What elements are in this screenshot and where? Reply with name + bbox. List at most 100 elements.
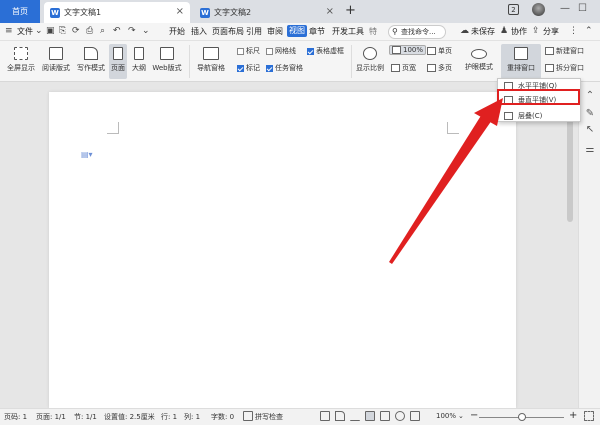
outline-small-icon[interactable] bbox=[380, 411, 390, 421]
fullscreen-small-icon[interactable] bbox=[320, 411, 330, 421]
redo-icon[interactable]: ↷ bbox=[128, 26, 136, 36]
edit-icon[interactable]: ✎ bbox=[584, 108, 596, 120]
writing-mode-label: 写作模式 bbox=[77, 64, 105, 72]
multi-page-icon bbox=[427, 64, 436, 72]
page-count[interactable]: 页面: 1/1 bbox=[36, 412, 66, 422]
nav-pane-icon bbox=[203, 47, 219, 60]
close-icon[interactable]: × bbox=[176, 6, 184, 17]
right-sidebar: ⌃ ✎ ↖ ⚌ bbox=[578, 82, 600, 408]
window-count-badge[interactable]: 2 bbox=[508, 4, 519, 15]
zoom-slider-handle[interactable] bbox=[518, 413, 526, 421]
more-options-icon[interactable]: ⋮ bbox=[569, 26, 578, 36]
save-icon[interactable]: ▣ bbox=[46, 26, 55, 36]
collapse-icon[interactable]: ⌃ bbox=[585, 26, 593, 36]
gridlines-checkbox[interactable]: 网格线 bbox=[266, 46, 296, 56]
reading-small-icon[interactable] bbox=[410, 411, 420, 421]
nav-pane-button[interactable]: 导航窗格 bbox=[193, 47, 229, 73]
spellcheck-button[interactable]: 拼写检查 bbox=[255, 412, 283, 422]
menu-view[interactable]: 视图 bbox=[287, 25, 307, 37]
menu-more[interactable]: 特 bbox=[369, 26, 377, 37]
task-pane-checkbox[interactable]: 任务窗格 bbox=[266, 63, 303, 73]
preview-icon[interactable]: ⌕ bbox=[100, 26, 105, 36]
page-icon bbox=[113, 47, 123, 60]
page-number[interactable]: 页码: 1 bbox=[4, 412, 27, 422]
menu-icon[interactable]: ≡ bbox=[5, 26, 13, 36]
page-width-button[interactable]: 页宽 bbox=[391, 63, 416, 73]
checkbox-checked-icon bbox=[266, 64, 273, 72]
zoom-dropdown-icon[interactable]: ⌄ bbox=[458, 412, 464, 420]
arrange-window-button[interactable]: 重排窗口 bbox=[501, 44, 541, 79]
highlight-box bbox=[497, 89, 580, 105]
zoom-in-icon[interactable]: + bbox=[569, 410, 577, 421]
fullscreen-button[interactable]: 全屏显示 bbox=[6, 47, 36, 73]
page-view-button[interactable]: 页面 bbox=[109, 44, 127, 79]
table-dashed-checkbox[interactable]: 表格虚框 bbox=[307, 46, 344, 56]
eye-mode-button[interactable]: 护眼模式 bbox=[463, 47, 495, 72]
margin-corner bbox=[447, 122, 459, 134]
tab-home[interactable]: 首页 bbox=[0, 0, 40, 23]
zoom-ratio-button[interactable]: 显示比例 bbox=[354, 47, 386, 73]
zoom-100-button[interactable]: 100% bbox=[389, 45, 427, 55]
menu-insert[interactable]: 插入 bbox=[191, 26, 207, 37]
word-count[interactable]: 字数: 0 bbox=[211, 412, 234, 422]
multi-page-label: 多页 bbox=[438, 64, 452, 72]
page-view-small-icon[interactable] bbox=[365, 411, 375, 421]
cascade-item[interactable]: 层叠(C) bbox=[504, 111, 542, 121]
menu-file[interactable]: 文件 bbox=[17, 26, 33, 37]
zoom-out-icon[interactable]: − bbox=[470, 410, 478, 421]
marks-checkbox[interactable]: 标记 bbox=[237, 63, 260, 73]
export-icon[interactable]: ⎘ bbox=[59, 26, 66, 36]
writing-mode-button[interactable]: 写作模式 bbox=[76, 47, 106, 73]
fit-window-icon[interactable] bbox=[584, 411, 594, 421]
wps-writer-icon: W bbox=[50, 7, 60, 18]
web-view-button[interactable]: Web版式 bbox=[151, 47, 183, 73]
outline-view-button[interactable]: 大纲 bbox=[130, 47, 148, 73]
paragraph-menu-icon[interactable]: ▤▾ bbox=[81, 150, 93, 159]
table-dashed-label: 表格虚框 bbox=[316, 47, 344, 55]
maximize-icon[interactable]: ☐ bbox=[578, 3, 587, 14]
zoom-100-label: 100% bbox=[403, 46, 424, 54]
protect-eye-icon[interactable] bbox=[335, 411, 345, 421]
close-icon[interactable]: × bbox=[326, 6, 334, 17]
menu-review[interactable]: 审阅 bbox=[267, 26, 283, 37]
single-page-button[interactable]: 单页 bbox=[427, 46, 452, 56]
menu-chapter[interactable]: 章节 bbox=[309, 26, 325, 37]
book-icon bbox=[49, 47, 63, 60]
minimize-icon[interactable]: — bbox=[560, 3, 570, 14]
menu-home[interactable]: 开始 bbox=[169, 26, 185, 37]
search-input[interactable]: ⚲ 查找命令... bbox=[388, 25, 446, 39]
share-button[interactable]: 分享 bbox=[543, 26, 559, 37]
tab-doc2-label: 文字文稿2 bbox=[214, 8, 252, 17]
web-small-icon[interactable] bbox=[395, 411, 405, 421]
collapse-up-icon[interactable]: ⌃ bbox=[584, 90, 596, 102]
avatar[interactable] bbox=[532, 3, 545, 16]
collab-button[interactable]: 协作 bbox=[511, 26, 527, 37]
multi-page-button[interactable]: 多页 bbox=[427, 63, 452, 73]
menu-layout[interactable]: 页面布局 bbox=[212, 26, 244, 37]
undo-icon[interactable]: ↶ bbox=[113, 26, 121, 36]
new-tab-icon[interactable]: + bbox=[345, 3, 356, 18]
tab-doc1[interactable]: W 文字文稿1 × bbox=[44, 2, 190, 23]
pen-small-icon[interactable] bbox=[350, 411, 360, 421]
new-window-button[interactable]: 新建窗口 bbox=[545, 46, 584, 56]
share-file-icon[interactable]: ⟳ bbox=[72, 26, 80, 36]
menu-references[interactable]: 引用 bbox=[246, 26, 262, 37]
row-number[interactable]: 行: 1 bbox=[161, 412, 177, 422]
more-icon[interactable]: ⌄ bbox=[142, 26, 150, 36]
document-page[interactable] bbox=[49, 92, 516, 408]
zoom-level[interactable]: 100% bbox=[436, 412, 456, 420]
cursor-icon[interactable]: ↖ bbox=[584, 124, 596, 136]
print-icon[interactable]: ⎙ bbox=[86, 26, 93, 36]
unsaved-status[interactable]: 未保存 bbox=[471, 26, 495, 37]
column-number[interactable]: 列: 1 bbox=[184, 412, 200, 422]
ruler-checkbox[interactable]: 标尺 bbox=[237, 46, 260, 56]
menu-developer[interactable]: 开发工具 bbox=[332, 26, 364, 37]
reading-view-button[interactable]: 阅读版式 bbox=[41, 47, 71, 73]
settings-sliders-icon[interactable]: ⚌ bbox=[584, 144, 596, 156]
tab-doc2[interactable]: W 文字文稿2 × bbox=[194, 2, 340, 23]
section-count[interactable]: 节: 1/1 bbox=[74, 412, 97, 422]
pen-icon bbox=[84, 47, 98, 60]
split-window-button[interactable]: 拆分窗口 bbox=[545, 63, 584, 73]
chevron-down-icon[interactable]: ⌄ bbox=[35, 26, 43, 36]
setting-value[interactable]: 设置值: 2.5厘米 bbox=[104, 412, 155, 422]
